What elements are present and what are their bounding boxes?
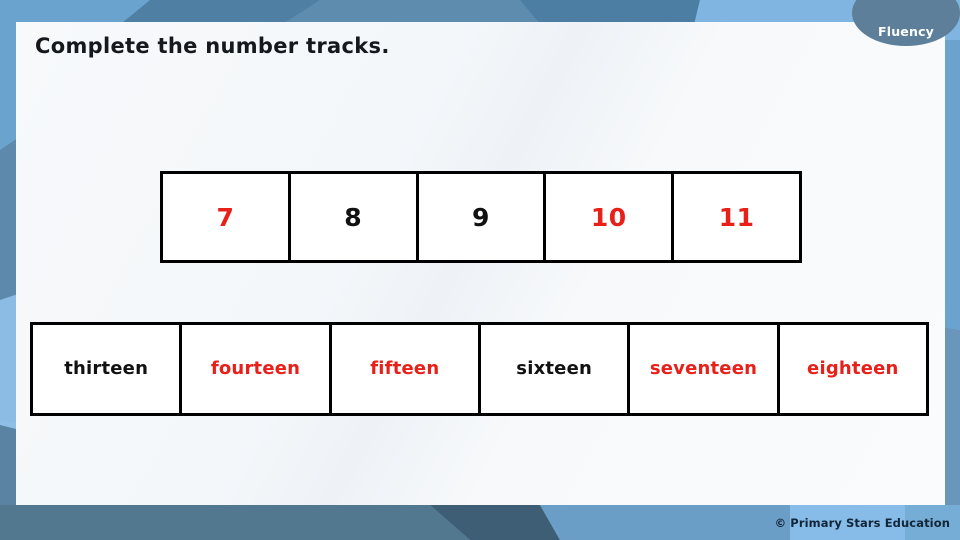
content-card — [16, 22, 945, 505]
page-title: Complete the number tracks. — [35, 34, 390, 58]
track-cell[interactable]: 8 — [291, 174, 419, 260]
track-cell[interactable]: sixteen — [481, 325, 631, 413]
track-cell[interactable]: fourteen — [182, 325, 332, 413]
slide-root: Fluency Complete the number tracks. 7 8 … — [0, 0, 960, 540]
track-cell[interactable]: 9 — [419, 174, 547, 260]
track-cell[interactable]: fifteen — [332, 325, 481, 413]
track-cell[interactable]: eighteen — [780, 325, 926, 413]
track-cell[interactable]: 11 — [674, 174, 799, 260]
fluency-badge-label: Fluency — [877, 23, 935, 39]
track-cell[interactable]: seventeen — [630, 325, 780, 413]
numbers-track: 7 8 9 10 11 — [160, 171, 802, 263]
track-cell[interactable]: 7 — [163, 174, 291, 260]
copyright-notice: © Primary Stars Education — [774, 516, 950, 530]
track-cell[interactable]: 10 — [546, 174, 675, 260]
track-cell[interactable]: thirteen — [33, 325, 183, 413]
words-track: thirteen fourteen fifteen sixteen sevent… — [30, 322, 929, 416]
